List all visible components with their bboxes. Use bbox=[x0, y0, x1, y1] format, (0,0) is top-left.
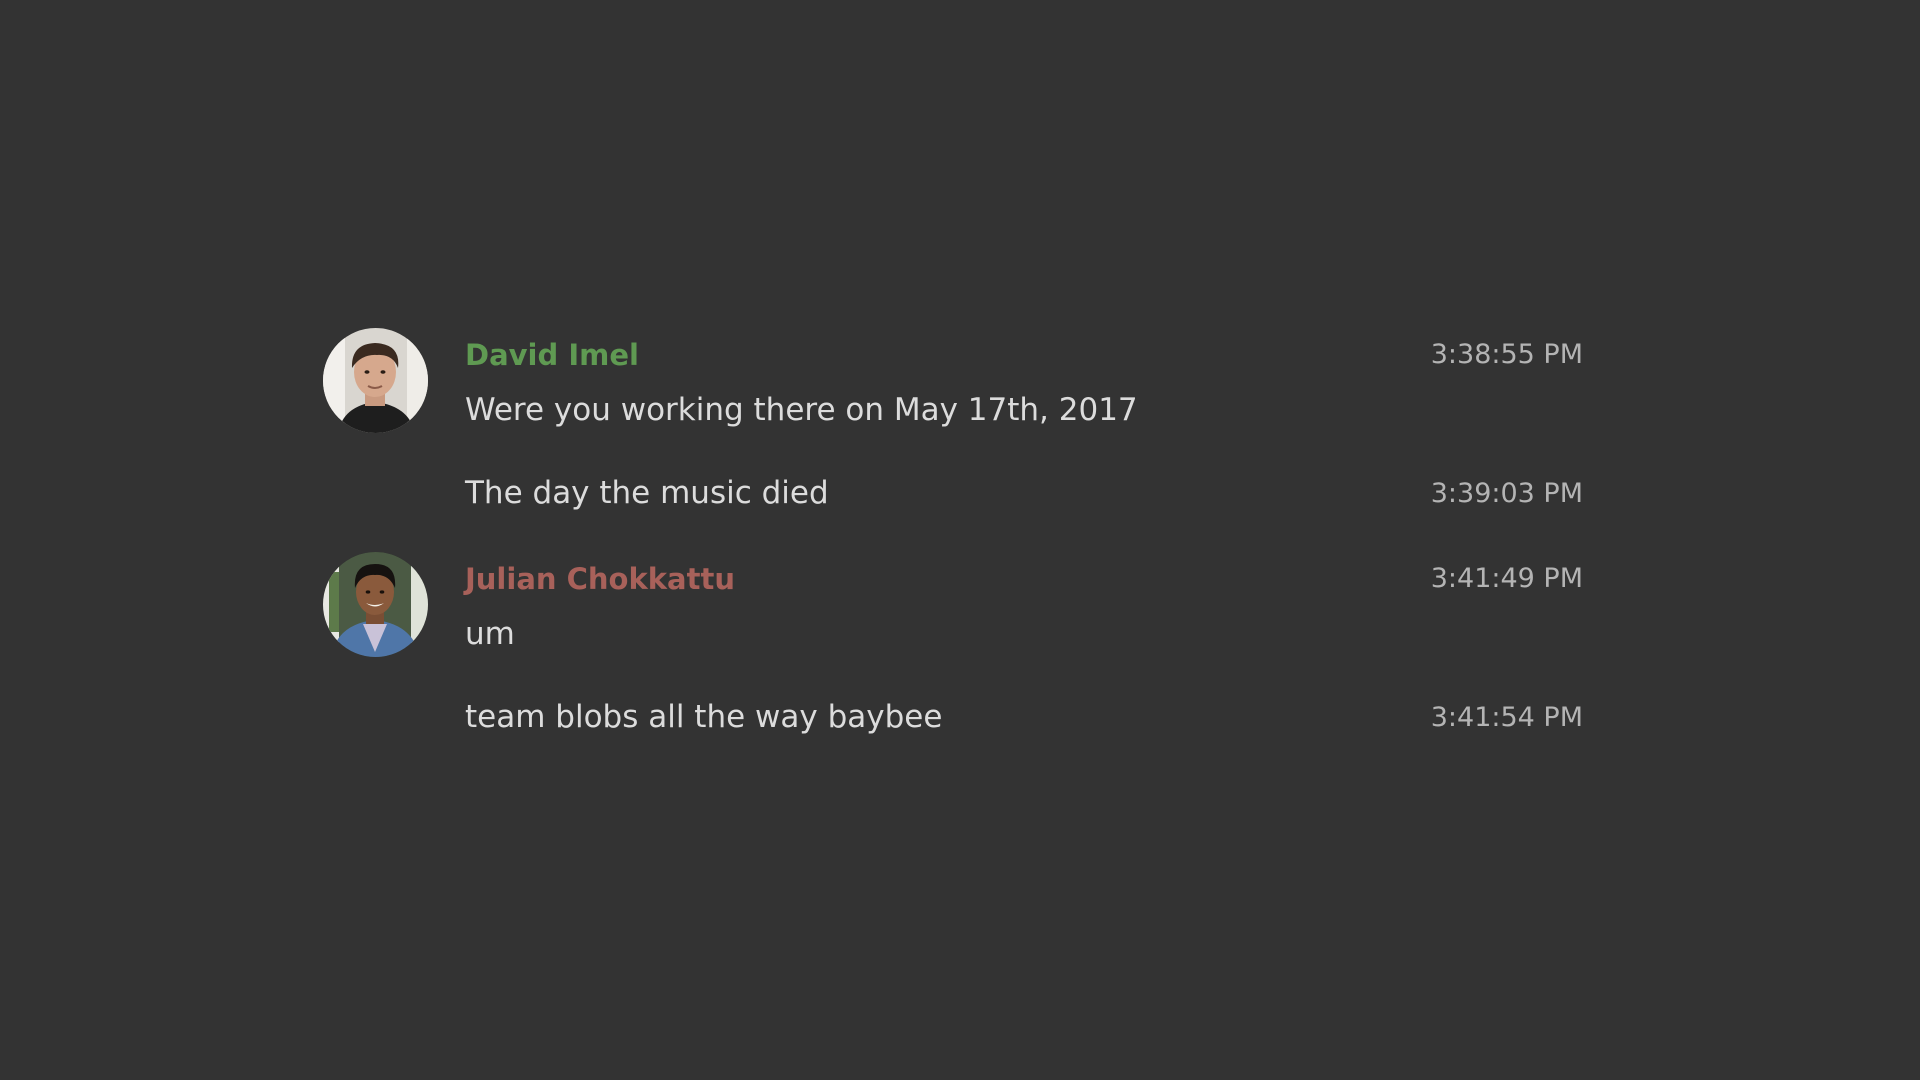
chat-log: David Imel 3:38:55 PM Were you working t… bbox=[0, 0, 1920, 1080]
avatar[interactable] bbox=[323, 552, 428, 657]
profile-photo-icon bbox=[323, 328, 428, 433]
message-timestamp: 3:41:49 PM bbox=[1430, 563, 1583, 594]
message-text: team blobs all the way baybee bbox=[465, 699, 943, 735]
message-timestamp: 3:41:54 PM bbox=[1430, 702, 1583, 733]
message-text: Were you working there on May 17th, 2017 bbox=[465, 392, 1138, 428]
message-timestamp: 3:39:03 PM bbox=[1430, 478, 1583, 509]
message-text: um bbox=[465, 616, 515, 652]
author-name[interactable]: David Imel bbox=[465, 337, 639, 373]
author-name[interactable]: Julian Chokkattu bbox=[465, 561, 735, 597]
avatar[interactable] bbox=[323, 328, 428, 433]
message-timestamp: 3:38:55 PM bbox=[1430, 339, 1583, 370]
message-text: The day the music died bbox=[465, 475, 829, 511]
profile-photo-icon bbox=[323, 552, 428, 657]
